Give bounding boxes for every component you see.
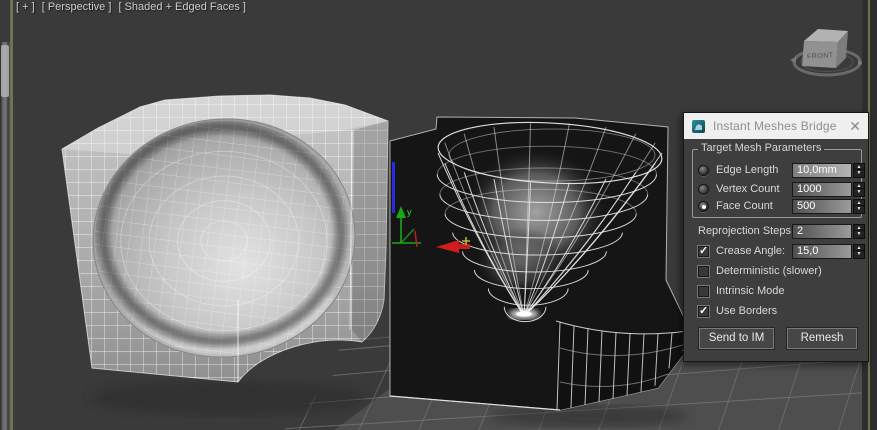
face-count-spinner: ▲ ▼ xyxy=(853,199,865,214)
spin-down-icon[interactable]: ▼ xyxy=(854,189,864,195)
check-icon: ✓ xyxy=(699,245,709,257)
spin-down-icon[interactable]: ▼ xyxy=(854,170,864,176)
edge-length-field[interactable]: 10,0mm xyxy=(792,163,852,178)
viewport-general-menu[interactable]: [ + ] xyxy=(16,1,35,13)
vertex-count-field[interactable]: 1000 xyxy=(792,182,852,197)
crease-angle-field[interactable]: 15,0 xyxy=(792,244,852,259)
crease-angle-label: Crease Angle: xyxy=(716,245,786,257)
viewcube-front-label: FRONT xyxy=(807,52,834,60)
deterministic-label: Deterministic (slower) xyxy=(716,265,822,277)
edge-length-label: Edge Length xyxy=(716,164,779,176)
reprojection-steps-label: Reprojection Steps: xyxy=(698,225,794,237)
use-borders-checkbox[interactable]: ✓ xyxy=(698,305,709,317)
viewport-shading-menu[interactable]: [ Shaded + Edged Faces ] xyxy=(118,1,246,13)
vertex-count-radio[interactable] xyxy=(698,184,709,195)
viewcube[interactable]: FRONT xyxy=(790,29,864,77)
crease-angle-checkbox[interactable]: ✓ xyxy=(698,245,709,257)
group-title: Target Mesh Parameters xyxy=(698,142,825,154)
reprojection-steps-field[interactable]: 2 xyxy=(792,224,852,239)
max-viewport: y FRONT [ + ] [ Perspective ] [ Shaded +… xyxy=(0,0,877,430)
gizmo-y-label: y xyxy=(407,207,412,217)
viewport-label: [ + ] [ Perspective ] [ Shaded + Edged F… xyxy=(16,1,250,13)
adjacent-viewport-strip xyxy=(0,0,13,430)
spin-down-icon[interactable]: ▼ xyxy=(854,251,864,257)
crease-angle-spinner: ▲ ▼ xyxy=(853,244,865,259)
adjacent-viewport-object xyxy=(1,45,9,97)
instant-meshes-icon xyxy=(692,119,705,133)
send-to-im-button[interactable]: Send to IM xyxy=(698,327,775,350)
dialog-titlebar[interactable]: Instant Meshes Bridge ✕ xyxy=(684,113,868,139)
vertex-count-label: Vertex Count xyxy=(716,183,780,195)
face-count-radio[interactable] xyxy=(698,201,709,212)
shadow-light-mesh xyxy=(90,381,366,415)
reprojection-spinner: ▲ ▼ xyxy=(853,224,865,239)
dark-source-mesh[interactable] xyxy=(389,116,691,411)
light-remeshed-mesh[interactable] xyxy=(61,94,389,383)
face-count-label: Face Count xyxy=(716,200,773,212)
use-borders-label: Use Borders xyxy=(716,305,778,317)
shadow-dark-mesh xyxy=(490,406,690,426)
intrinsic-mode-label: Intrinsic Mode xyxy=(716,285,785,297)
spin-down-icon[interactable]: ▼ xyxy=(854,231,864,237)
vertex-count-spinner: ▲ ▼ xyxy=(853,182,865,197)
deterministic-checkbox[interactable]: ✓ xyxy=(698,266,709,277)
check-icon: ✓ xyxy=(699,305,709,317)
dialog-title: Instant Meshes Bridge xyxy=(713,119,837,133)
spin-down-icon[interactable]: ▼ xyxy=(854,206,864,212)
edge-length-radio[interactable] xyxy=(698,165,709,176)
face-count-field[interactable]: 500 xyxy=(792,199,852,214)
edge-length-spinner: ▲ ▼ xyxy=(853,163,865,178)
viewport-pov-menu[interactable]: [ Perspective ] xyxy=(42,1,112,13)
intrinsic-mode-checkbox[interactable]: ✓ xyxy=(698,286,709,297)
instant-meshes-bridge-dialog: Instant Meshes Bridge ✕ Target Mesh Para… xyxy=(683,112,869,362)
remesh-button[interactable]: Remesh xyxy=(786,327,858,350)
close-icon[interactable]: ✕ xyxy=(849,119,861,133)
